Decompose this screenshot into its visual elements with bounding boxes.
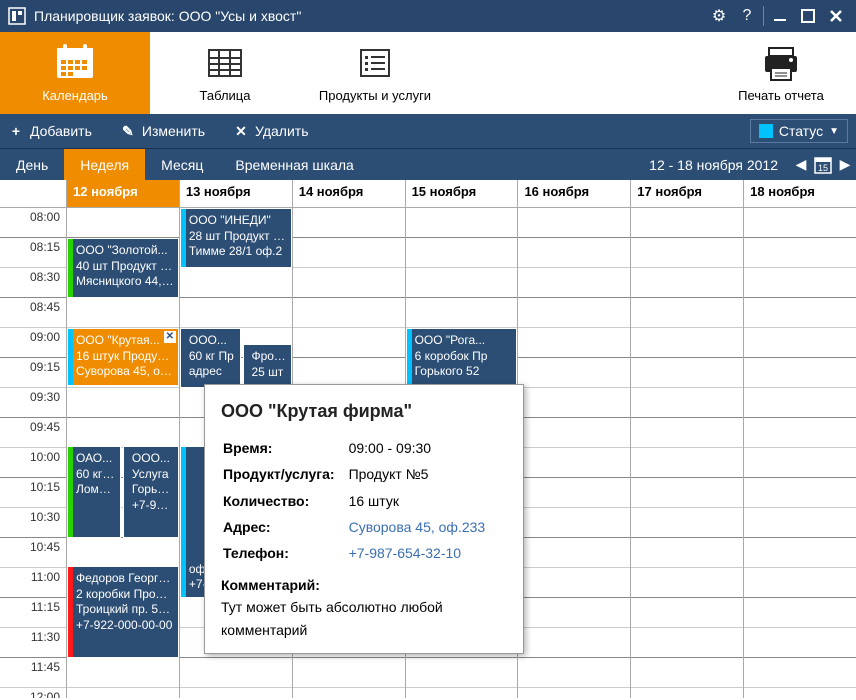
add-button[interactable]: + Добавить bbox=[8, 123, 92, 139]
tooltip-link[interactable]: +7-987-654-32-10 bbox=[349, 541, 498, 565]
view-bar: День Неделя Месяц Временная шкала 12 - 1… bbox=[0, 148, 856, 180]
event[interactable]: ООО... 60 кг Пр адрес bbox=[180, 328, 242, 388]
day-header[interactable]: 14 ноября bbox=[292, 180, 405, 207]
x-icon: ✕ bbox=[233, 123, 249, 139]
time-label: 09:45 bbox=[0, 418, 66, 448]
time-label: 09:00 bbox=[0, 328, 66, 358]
event[interactable]: ООО... Услуга Горького 52 +7-911-... bbox=[123, 446, 179, 538]
main-toolbar: Календарь Таблица Продукты и услуги Печа… bbox=[0, 32, 856, 114]
tooltip-label: Телефон: bbox=[223, 541, 347, 565]
time-gutter: 08:00 08:15 08:30 08:45 09:00 09:15 09:3… bbox=[0, 208, 66, 698]
time-label: 10:30 bbox=[0, 508, 66, 538]
day-header[interactable]: 17 ноября bbox=[630, 180, 743, 207]
tab-table-label: Таблица bbox=[200, 88, 251, 103]
status-label: Статус bbox=[779, 123, 823, 139]
event[interactable]: Фролов... 25 шт bbox=[243, 344, 292, 388]
print-button[interactable]: Печать отчета bbox=[706, 32, 856, 114]
view-day[interactable]: День bbox=[0, 149, 64, 180]
time-label: 11:30 bbox=[0, 628, 66, 658]
tab-calendar-label: Календарь bbox=[42, 88, 108, 103]
tab-table[interactable]: Таблица bbox=[150, 32, 300, 114]
event-tooltip: ООО "Крутая фирма" Время:09:00 - 09:30 П… bbox=[204, 384, 524, 654]
print-label: Печать отчета bbox=[738, 88, 824, 103]
event[interactable]: ОАО... 60 кг Пр Ломоносова 264, оф.4 bbox=[67, 446, 121, 538]
day-header[interactable]: 15 ноября bbox=[405, 180, 518, 207]
time-label: 11:15 bbox=[0, 598, 66, 628]
time-label: 10:45 bbox=[0, 538, 66, 568]
day-column-0[interactable]: ООО "Золотой... 40 шт Продукт №3 Мясницк… bbox=[66, 208, 179, 698]
tooltip-value: Продукт №5 bbox=[349, 462, 498, 486]
tooltip-comment: Тут может быть абсолютно любой комментар… bbox=[221, 599, 443, 637]
delete-button[interactable]: ✕ Удалить bbox=[233, 123, 308, 139]
status-dropdown[interactable]: Статус ▼ bbox=[750, 119, 848, 143]
tooltip-label: Продукт/услуга: bbox=[223, 462, 347, 486]
next-button[interactable]: ▶ bbox=[834, 156, 856, 173]
delete-label: Удалить bbox=[255, 123, 308, 139]
time-label: 10:00 bbox=[0, 448, 66, 478]
day-header[interactable]: 13 ноября bbox=[179, 180, 292, 207]
titlebar: Планировщик заявок: ООО "Усы и хвост" ⚙ … bbox=[0, 0, 856, 32]
tab-calendar[interactable]: Календарь bbox=[0, 32, 150, 114]
datepicker-icon[interactable]: 15 bbox=[812, 155, 834, 175]
time-label: 08:30 bbox=[0, 268, 66, 298]
settings-icon[interactable]: ⚙ bbox=[707, 4, 731, 28]
time-label: 11:45 bbox=[0, 658, 66, 688]
minimize-button[interactable] bbox=[768, 4, 792, 28]
time-label: 08:15 bbox=[0, 238, 66, 268]
view-timeline[interactable]: Временная шкала bbox=[219, 149, 369, 180]
edit-label: Изменить bbox=[142, 123, 205, 139]
time-label: 09:15 bbox=[0, 358, 66, 388]
tooltip-value: 09:00 - 09:30 bbox=[349, 436, 498, 460]
tooltip-label: Время: bbox=[223, 436, 347, 460]
tooltip-link[interactable]: Суворова 45, оф.233 bbox=[349, 515, 498, 539]
time-label: 08:45 bbox=[0, 298, 66, 328]
day-header[interactable]: 12 ноября bbox=[66, 180, 179, 207]
tooltip-comment-label: Комментарий: bbox=[221, 574, 507, 596]
edit-button[interactable]: ✎ Изменить bbox=[120, 123, 205, 139]
action-bar: + Добавить ✎ Изменить ✕ Удалить Статус ▼ bbox=[0, 114, 856, 148]
close-button[interactable] bbox=[824, 4, 848, 28]
prev-button[interactable]: ◀ bbox=[790, 156, 812, 173]
status-color-icon bbox=[759, 124, 773, 138]
day-header[interactable]: 18 ноября bbox=[743, 180, 856, 207]
day-column-4[interactable] bbox=[517, 208, 630, 698]
time-label: 08:00 bbox=[0, 208, 66, 238]
event-selected[interactable]: ✕ ООО "Крутая... 16 штук Продукт №5 Суво… bbox=[67, 328, 179, 386]
event-close-icon[interactable]: ✕ bbox=[164, 331, 176, 343]
tab-products[interactable]: Продукты и услуги bbox=[300, 32, 450, 114]
svg-text:15: 15 bbox=[818, 163, 828, 173]
event[interactable]: ООО "Золотой... 40 шт Продукт №3 Мясницк… bbox=[67, 238, 179, 298]
add-label: Добавить bbox=[30, 123, 92, 139]
tooltip-label: Адрес: bbox=[223, 515, 347, 539]
date-range: 12 - 18 ноября 2012 bbox=[637, 157, 790, 173]
event[interactable]: ООО "ИНЕДИ" 28 шт Продукт №6 Тимме 28/1 … bbox=[180, 208, 292, 268]
maximize-button[interactable] bbox=[796, 4, 820, 28]
day-column-5[interactable] bbox=[630, 208, 743, 698]
time-label: 10:15 bbox=[0, 478, 66, 508]
day-column-6[interactable] bbox=[743, 208, 856, 698]
divider-icon bbox=[763, 6, 764, 26]
plus-icon: + bbox=[8, 123, 24, 139]
tab-products-label: Продукты и услуги bbox=[319, 88, 431, 103]
day-header-row: 12 ноября 13 ноября 14 ноября 15 ноября … bbox=[0, 180, 856, 208]
view-month[interactable]: Месяц bbox=[145, 149, 219, 180]
day-header[interactable]: 16 ноября bbox=[517, 180, 630, 207]
chevron-down-icon: ▼ bbox=[829, 126, 839, 137]
tooltip-title: ООО "Крутая фирма" bbox=[221, 397, 507, 426]
event[interactable]: ООО "Рога... 6 коробок Пр Горького 52 bbox=[406, 328, 518, 388]
app-icon bbox=[8, 7, 26, 25]
time-label: 11:00 bbox=[0, 568, 66, 598]
tooltip-value: 16 штук bbox=[349, 489, 498, 513]
event[interactable]: Федоров Георгий... 2 коробки Продукт № Т… bbox=[67, 566, 179, 658]
help-icon[interactable]: ? bbox=[735, 4, 759, 28]
pencil-icon: ✎ bbox=[120, 123, 136, 139]
tooltip-label: Количество: bbox=[223, 489, 347, 513]
view-week[interactable]: Неделя bbox=[64, 149, 145, 180]
time-label: 09:30 bbox=[0, 388, 66, 418]
window-title: Планировщик заявок: ООО "Усы и хвост" bbox=[34, 8, 301, 24]
time-label: 12:00 bbox=[0, 688, 66, 698]
